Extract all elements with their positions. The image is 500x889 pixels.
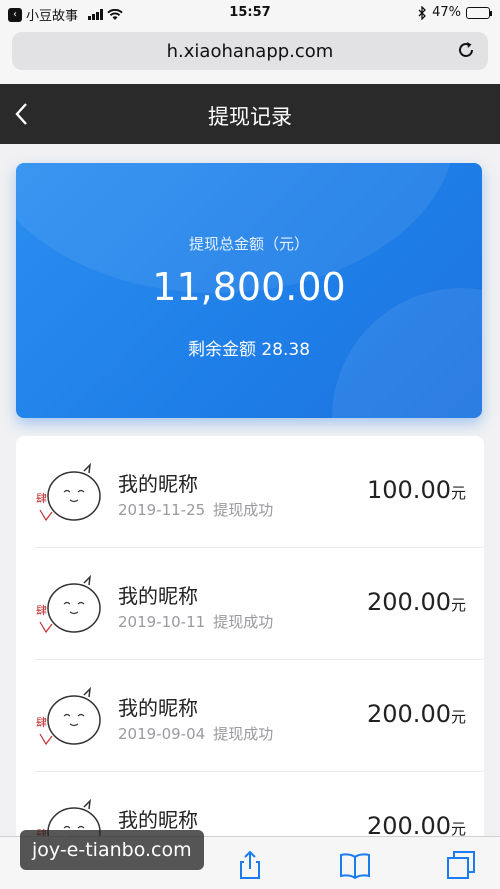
record-amount: 200.00元 (367, 700, 466, 728)
browser-address-area: h.xiaohanapp.com (0, 26, 500, 84)
battery-icon (466, 6, 492, 19)
svg-text:肆: 肆 (36, 492, 47, 505)
tabs-icon[interactable] (445, 849, 477, 881)
battery-percent: 47% (432, 5, 461, 20)
list-item[interactable]: 肆 我的昵称 2019-11-25 提现成功 100.00元 (16, 436, 484, 548)
record-amount: 100.00元 (367, 476, 466, 504)
record-meta: 2019-10-11 提现成功 (118, 611, 273, 632)
list-item[interactable]: 肆 我的昵称 2019-09-04 提现成功 200.00元 (16, 660, 484, 772)
record-meta: 2019-09-04 提现成功 (118, 723, 273, 744)
record-amount-value: 200.00 (367, 588, 451, 616)
svg-text:肆: 肆 (36, 716, 47, 729)
withdrawal-record-list: 肆 我的昵称 2019-11-25 提现成功 100.00元 肆 我的昵称 201… (16, 436, 484, 889)
record-amount-value: 200.00 (367, 700, 451, 728)
reload-icon[interactable] (456, 40, 476, 60)
record-status: 提现成功 (213, 613, 274, 631)
remaining-balance: 剩余金额 28.38 (16, 335, 482, 360)
withdrawal-summary-card: 提现总金额（元） 11,800.00 剩余金额 28.38 (16, 163, 482, 418)
bookmarks-icon[interactable] (339, 849, 371, 881)
total-withdrawal-label: 提现总金额（元） (188, 235, 309, 253)
record-status: 提现成功 (213, 501, 274, 519)
remaining-balance-label: 剩余金额 (187, 340, 256, 360)
total-withdrawal-amount: 11,800.00 (152, 265, 346, 309)
watermark: joy-e-tianbo.com (20, 830, 204, 870)
record-nickname: 我的昵称 (118, 696, 198, 720)
record-amount-unit: 元 (450, 484, 466, 502)
bluetooth-icon (418, 5, 427, 20)
record-date: 2019-11-25 (118, 501, 206, 519)
record-amount: 200.00元 (367, 588, 466, 616)
avatar: 肆 (36, 686, 101, 746)
record-nickname: 我的昵称 (118, 808, 198, 832)
record-amount-unit: 元 (450, 708, 466, 726)
avatar: 肆 (36, 462, 101, 522)
record-status: 提现成功 (213, 725, 274, 743)
record-nickname: 我的昵称 (118, 472, 198, 496)
url-text: h.xiaohanapp.com (166, 41, 334, 62)
avatar: 肆 (36, 574, 101, 634)
record-date: 2019-10-11 (118, 613, 206, 631)
record-meta: 2019-11-25 提现成功 (118, 499, 273, 520)
status-bar: ‹ 小豆故事 15:57 47% (0, 0, 500, 26)
record-amount-value: 100.00 (367, 476, 451, 504)
svg-text:肆: 肆 (36, 604, 47, 617)
nav-bar: 提现记录 (0, 84, 500, 144)
record-amount-unit: 元 (450, 596, 466, 614)
remaining-balance-value: 28.38 (261, 340, 311, 360)
page-title: 提现记录 (208, 105, 292, 129)
record-nickname: 我的昵称 (118, 584, 198, 608)
share-icon[interactable] (234, 849, 266, 881)
record-date: 2019-09-04 (118, 725, 206, 743)
list-item[interactable]: 肆 我的昵称 2019-10-11 提现成功 200.00元 (16, 548, 484, 660)
address-bar[interactable]: h.xiaohanapp.com (12, 32, 488, 70)
